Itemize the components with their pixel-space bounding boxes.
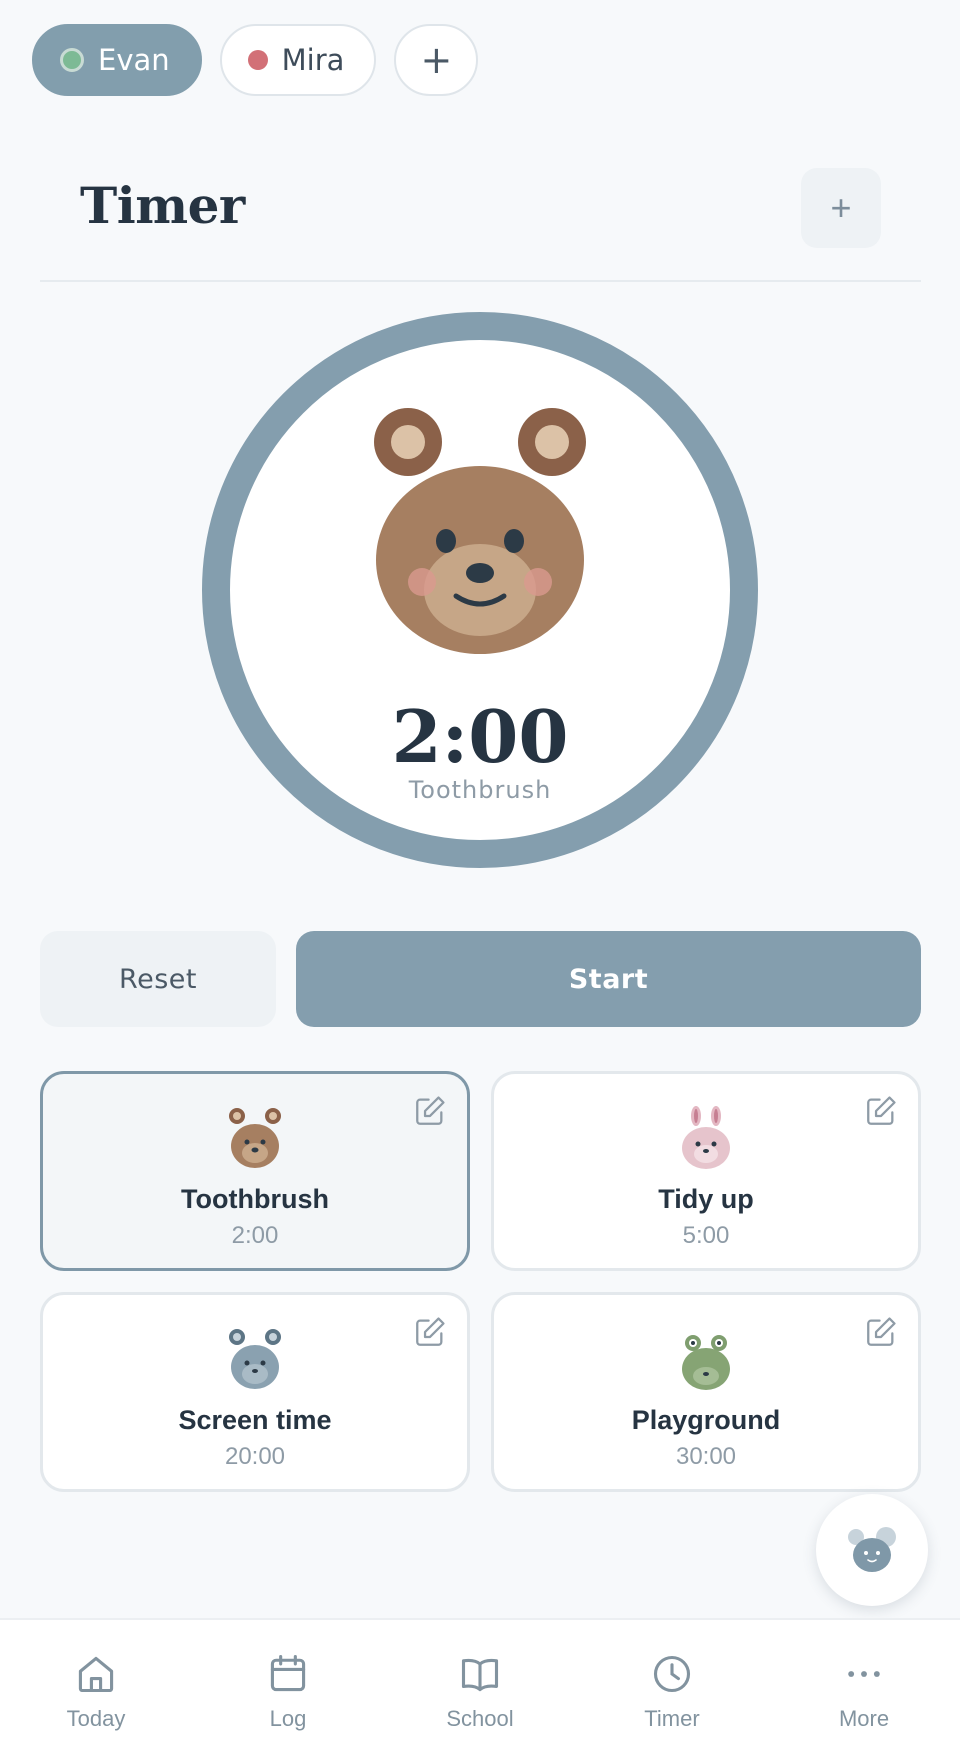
bunny-icon xyxy=(682,1106,730,1169)
profile-chip-evan[interactable]: Evan xyxy=(32,24,202,96)
profile-chip-mira[interactable]: Mira xyxy=(219,24,377,96)
plus-icon: + xyxy=(830,187,852,228)
mouse-icon xyxy=(229,1329,281,1389)
reset-button[interactable]: Reset xyxy=(40,931,276,1027)
book-icon xyxy=(461,1658,499,1692)
preset-duration: 5:00 xyxy=(682,1222,730,1249)
bottom-nav: Today Log School Timer More xyxy=(0,1618,960,1760)
nav-label: More xyxy=(838,1706,890,1731)
nav-label: Timer xyxy=(644,1706,700,1731)
preset-name: Screen time xyxy=(178,1405,332,1435)
calendar-icon xyxy=(270,1655,306,1692)
start-button[interactable]: Start xyxy=(296,931,921,1027)
add-timer-button[interactable]: + xyxy=(801,168,881,248)
nav-item-more[interactable]: More xyxy=(794,1652,934,1732)
preset-duration: 2:00 xyxy=(231,1222,279,1249)
nav-label: School xyxy=(446,1706,514,1731)
mascot-mouse-icon xyxy=(848,1527,896,1572)
preset-name: Playground xyxy=(631,1405,781,1435)
profile-status-dot xyxy=(60,48,84,72)
timer-label: Toothbrush xyxy=(408,776,552,804)
timer-display: 2:00 xyxy=(391,694,569,779)
more-icon xyxy=(848,1671,880,1677)
profile-name: Evan xyxy=(98,43,170,77)
preset-name: Tidy up xyxy=(658,1184,754,1214)
edit-icon[interactable] xyxy=(413,1315,447,1349)
preset-name: Toothbrush xyxy=(181,1184,329,1214)
clock-icon xyxy=(653,1655,691,1693)
preset-duration: 30:00 xyxy=(675,1443,737,1470)
nav-item-timer[interactable]: Timer xyxy=(602,1652,742,1732)
nav-item-log[interactable]: Log xyxy=(218,1652,358,1732)
preset-duration: 20:00 xyxy=(224,1443,286,1470)
profile-name: Mira xyxy=(281,43,345,77)
frog-icon xyxy=(682,1335,730,1390)
home-icon xyxy=(78,1656,114,1693)
mascot-button[interactable] xyxy=(816,1494,928,1606)
nav-item-today[interactable]: Today xyxy=(26,1652,166,1732)
preset-card-toothbrush[interactable]: Toothbrush 2:00 xyxy=(40,1071,470,1271)
nav-label: Log xyxy=(269,1706,307,1731)
preset-card-screen-time[interactable]: Screen time 20:00 xyxy=(40,1292,470,1492)
add-profile-button[interactable]: + xyxy=(394,24,479,96)
preset-card-tidy-up[interactable]: Tidy up 5:00 xyxy=(491,1071,921,1271)
nav-label: Today xyxy=(66,1706,126,1731)
profile-switcher: Evan Mira + xyxy=(32,24,479,96)
header-divider xyxy=(40,280,921,282)
nav-item-school[interactable]: School xyxy=(410,1652,550,1732)
preset-card-playground[interactable]: Playground 30:00 xyxy=(491,1292,921,1492)
page-title: Timer xyxy=(80,176,245,235)
edit-icon[interactable] xyxy=(864,1315,898,1349)
edit-icon[interactable] xyxy=(864,1094,898,1128)
bear-icon xyxy=(229,1108,281,1168)
edit-icon[interactable] xyxy=(413,1094,447,1128)
plus-icon: + xyxy=(420,38,453,82)
bear-icon xyxy=(374,408,586,654)
profile-status-dot xyxy=(247,50,268,70)
